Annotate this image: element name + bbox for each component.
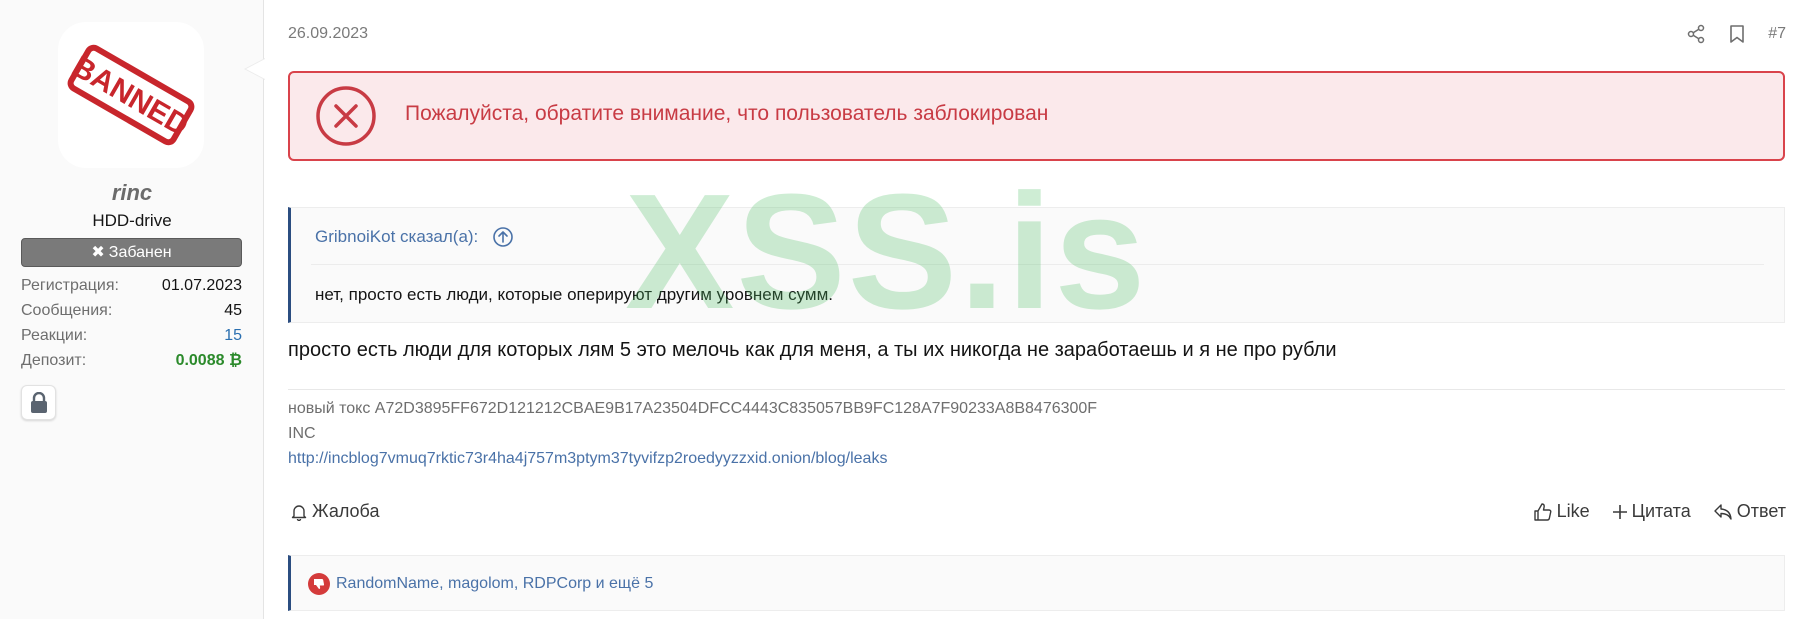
reactions-bar: RandomName, magolom, RDPCorp и ещё 5 [288, 555, 1785, 611]
stat-label: Реакции: [21, 327, 88, 344]
stat-messages: Сообщения: 45 [21, 300, 242, 325]
signature-line: INC [288, 425, 316, 442]
report-label: Жалоба [312, 501, 380, 521]
close-icon: ✖ [91, 244, 105, 261]
bookmark-icon[interactable] [1728, 24, 1746, 44]
signature-divider [288, 389, 1785, 390]
thumbs-up-icon [1533, 502, 1552, 521]
lock-button[interactable] [21, 385, 56, 420]
bitcoin-icon: ₿ [228, 352, 242, 369]
alert-text: Пожалуйста, обратите внимание, что польз… [405, 102, 1049, 125]
signature-link[interactable]: http://incblog7vmuq7rktic73r4ha4j757m3pt… [288, 446, 1097, 471]
post-actions: #7 [1686, 24, 1786, 44]
quote-header: GribnoiKot сказал(а): [315, 226, 514, 248]
post-message: просто есть люди для которых лям 5 это м… [288, 339, 1337, 361]
stat-value: 45 [224, 302, 242, 319]
avatar[interactable]: BANNED [58, 22, 204, 168]
post-footer-actions: Like Цитата Ответ [1533, 501, 1786, 522]
arrow-up-circle-icon[interactable] [492, 226, 514, 248]
signature: новый токс A72D3895FF672D121212CBAE9B17A… [288, 396, 1097, 471]
quote-block: GribnoiKot сказал(а): нет, просто есть л… [288, 207, 1785, 323]
banned-stamp-avatar: BANNED [66, 44, 195, 146]
banned-label: Забанен [108, 244, 172, 261]
deposit-value: 0.0088 ₿ [176, 350, 242, 375]
user-panel: BANNED rinc HDD-drive ✖ Забанен Регистрац… [0, 0, 265, 619]
reply-icon [1714, 503, 1732, 520]
username[interactable]: rinc [0, 180, 264, 206]
message-arrow [244, 58, 265, 80]
report-button[interactable]: Жалоба [290, 501, 379, 522]
stat-label: Сообщения: [21, 302, 113, 319]
quote-label: Цитата [1631, 501, 1691, 521]
deposit-amount: 0.0088 [175, 352, 225, 369]
stat-label: Регистрация: [21, 277, 119, 294]
bell-icon [291, 504, 307, 521]
banned-alert: Пожалуйста, обратите внимание, что польз… [288, 71, 1785, 161]
post-date[interactable]: 26.09.2023 [288, 25, 368, 43]
thumbs-down-icon [308, 573, 330, 595]
signature-tox: новый токс A72D3895FF672D121212CBAE9B17A… [288, 400, 1098, 417]
reply-label: Ответ [1736, 501, 1786, 521]
plus-icon [1612, 504, 1627, 519]
stat-value: 01.07.2023 [161, 277, 242, 294]
stat-label: Депозит: [21, 352, 87, 369]
quote-button[interactable]: Цитата [1612, 501, 1691, 522]
lock-icon [30, 391, 47, 413]
post-number[interactable]: #7 [1768, 25, 1786, 43]
quote-text: нет, просто есть люди, которые оперируют… [315, 285, 834, 304]
stat-registration: Регистрация: 01.07.2023 [21, 275, 242, 300]
banned-badge: ✖ Забанен [21, 238, 242, 267]
like-button[interactable]: Like [1533, 501, 1590, 522]
quote-divider [311, 264, 1764, 265]
thumbs-down-glyph [314, 579, 325, 589]
stat-reactions: Реакции: 15 [21, 325, 242, 350]
stat-deposit: Депозит: 0.0088 ₿ [21, 350, 242, 375]
user-stats: Регистрация: 01.07.2023 Сообщения: 45 Ре… [21, 275, 242, 375]
user-title: HDD-drive [92, 211, 172, 230]
quote-author-link[interactable]: GribnoiKot сказал(а): [315, 227, 478, 247]
share-icon[interactable] [1686, 24, 1706, 44]
stat-value-link[interactable]: 15 [224, 325, 242, 350]
error-circle-icon [316, 86, 376, 146]
reactions-text: RandomName, magolom, RDPCorp и ещё 5 [336, 575, 654, 592]
like-label: Like [1556, 501, 1590, 521]
reply-button[interactable]: Ответ [1713, 501, 1786, 522]
reactions-summary[interactable]: RandomName, magolom, RDPCorp и ещё 5 [308, 573, 653, 595]
